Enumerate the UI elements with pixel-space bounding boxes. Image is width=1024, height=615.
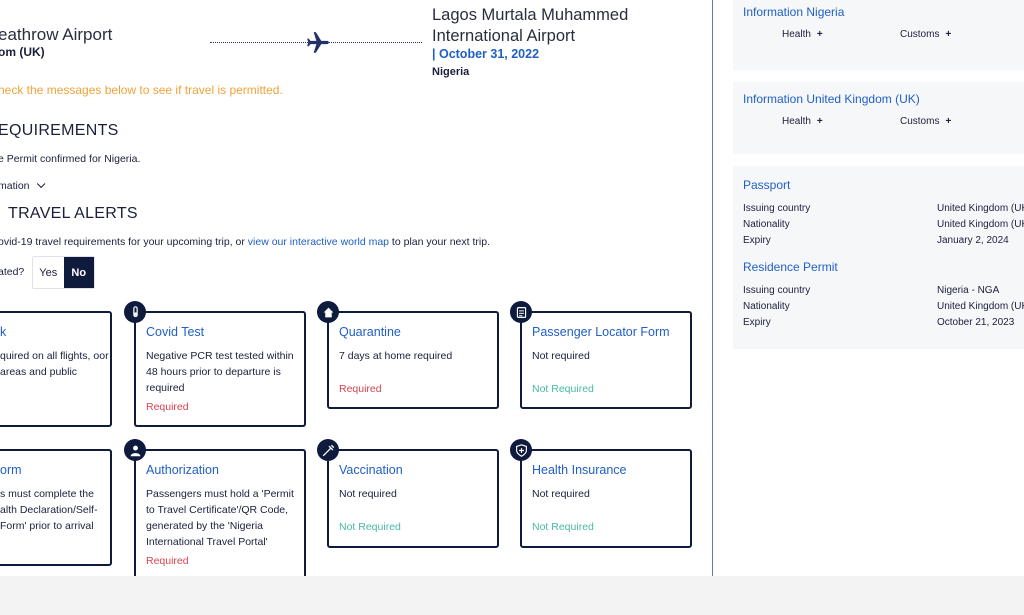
form-icon	[510, 301, 532, 323]
card-description: Not required	[532, 488, 590, 500]
passport-nationality-label: Nationality	[743, 219, 790, 230]
card-status: Not Required	[532, 383, 594, 395]
card-mask[interactable]: k quired on all flights, oor areas and p…	[0, 311, 112, 427]
origin-airport-name: eathrow Airport	[0, 25, 113, 44]
syringe-icon	[317, 439, 339, 461]
residence-issuing-value: Nigeria - NGA	[937, 285, 1000, 296]
health-label: Health	[782, 116, 811, 127]
card-quarantine[interactable]: Quarantine 7 days at home required Requi…	[327, 311, 499, 409]
page-footer	[0, 576, 1024, 615]
card-title: Quarantine	[339, 325, 401, 339]
passport-expiry-value: January 2, 2024	[937, 235, 1009, 246]
card-status: Not Required	[339, 521, 401, 533]
customs-expander[interactable]: Customs +	[900, 116, 951, 127]
health-expander[interactable]: Health +	[782, 116, 823, 127]
card-title: Passenger Locator Form	[532, 325, 670, 339]
test-tube-icon	[124, 301, 146, 323]
plus-icon: +	[816, 29, 823, 40]
card-passenger-locator-form[interactable]: Passenger Locator Form Not required Not …	[520, 311, 692, 409]
passport-nationality-value: United Kingdom (UK	[937, 219, 1024, 230]
travel-alerts-heading: TRAVEL ALERTS	[0, 205, 138, 223]
panel-title[interactable]: Information United Kingdom (UK)	[743, 92, 920, 106]
card-status: Not Required	[532, 521, 594, 533]
card-description: Not required	[532, 350, 590, 362]
card-health-insurance[interactable]: Health Insurance Not required Not Requir…	[520, 449, 692, 548]
card-description: Not required	[339, 488, 397, 500]
card-title: Health Insurance	[532, 463, 627, 477]
card-health-form[interactable]: orm s must complete the alth Declaration…	[0, 449, 112, 566]
destination-country: Nigeria	[432, 66, 470, 78]
panel-info-nigeria: Information Nigeria Health + Customs +	[733, 0, 1024, 70]
residence-expiry-value: October 21, 2023	[937, 317, 1015, 328]
passport-title: Passport	[743, 178, 791, 192]
destination-date: | October 31, 2022	[432, 47, 540, 61]
requirements-heading: EQUIREMENTS	[0, 122, 119, 139]
card-title: k	[0, 325, 7, 339]
customs-label: Customs	[900, 29, 940, 40]
panel-title[interactable]: Information Nigeria	[743, 5, 844, 19]
card-status: Required	[146, 401, 189, 413]
plus-icon: +	[945, 29, 952, 40]
main-content: eathrow Airport om (UK) Lagos Murtala Mu…	[0, 0, 712, 576]
residence-expiry-label: Expiry	[743, 317, 771, 328]
panel-info-uk: Information United Kingdom (UK) Health + …	[733, 82, 1024, 154]
card-vaccination[interactable]: Vaccination Not required Not Required	[327, 449, 499, 548]
world-map-link[interactable]: view our interactive world map	[248, 236, 389, 248]
travel-alerts-title: TRAVEL ALERTS	[8, 205, 138, 222]
destination-airport-name: Lagos Murtala Muhammed International Air…	[432, 6, 629, 45]
passport-issuing-label: Issuing country	[743, 203, 811, 214]
card-title: Vaccination	[339, 463, 403, 477]
card-status: Required	[339, 383, 382, 395]
residence-nationality-value: United Kingdom (UK	[937, 301, 1024, 312]
more-information-toggle[interactable]: mation	[0, 179, 46, 192]
toggle-no-button[interactable]: No	[63, 257, 94, 288]
origin-country: om (UK)	[0, 45, 45, 59]
home-icon	[317, 301, 339, 323]
toggle-yes-button[interactable]: Yes	[33, 257, 64, 288]
permit-confirmation: e Permit confirmed for Nigeria.	[0, 153, 141, 165]
alerts-intro-text: ovid-19 travel requirements for your upc…	[0, 236, 248, 248]
card-title: Authorization	[146, 463, 219, 477]
card-authorization[interactable]: Authorization Passengers must hold a 'Pe…	[134, 449, 306, 576]
card-description: Passengers must hold a 'Permit to Travel…	[146, 488, 294, 548]
card-covid-test[interactable]: Covid Test Negative PCR test tested with…	[134, 311, 306, 427]
vaccinated-toggle: Yes No	[32, 256, 95, 289]
person-icon	[124, 439, 146, 461]
shield-plus-icon	[510, 439, 532, 461]
card-status: Required	[146, 555, 189, 567]
health-expander[interactable]: Health +	[782, 29, 823, 40]
passport-expiry-label: Expiry	[743, 235, 771, 246]
card-description: 7 days at home required	[339, 350, 453, 362]
card-description: Negative PCR test tested within 48 hours…	[146, 350, 294, 394]
alerts-intro: ovid-19 travel requirements for your upc…	[0, 236, 490, 248]
customs-label: Customs	[900, 116, 940, 127]
more-information-label: mation	[0, 180, 30, 192]
residence-nationality-label: Nationality	[743, 301, 790, 312]
health-label: Health	[782, 29, 811, 40]
card-description: quired on all flights, oor areas and pub…	[0, 350, 109, 378]
passport-issuing-value: United Kingdom (UK	[937, 203, 1024, 214]
card-description: s must complete the alth Declaration/Sel…	[0, 488, 98, 532]
residence-issuing-label: Issuing country	[743, 285, 811, 296]
card-title: orm	[0, 463, 22, 477]
vaccinated-question: ated?	[0, 266, 25, 278]
travel-notice: heck the messages below to see if travel…	[0, 83, 283, 97]
right-sidebar: Information Nigeria Health + Customs + Inf…	[713, 0, 1024, 576]
plus-icon: +	[945, 116, 952, 127]
plus-icon: +	[816, 116, 823, 127]
airplane-icon	[307, 32, 329, 53]
alerts-intro-suffix: to plan your next trip.	[389, 236, 490, 248]
customs-expander[interactable]: Customs +	[900, 29, 951, 40]
chevron-down-icon	[37, 179, 46, 189]
card-title: Covid Test	[146, 325, 205, 339]
residence-permit-title: Residence Permit	[743, 260, 838, 274]
panel-documents: Passport Issuing country United Kingdom …	[733, 166, 1024, 349]
